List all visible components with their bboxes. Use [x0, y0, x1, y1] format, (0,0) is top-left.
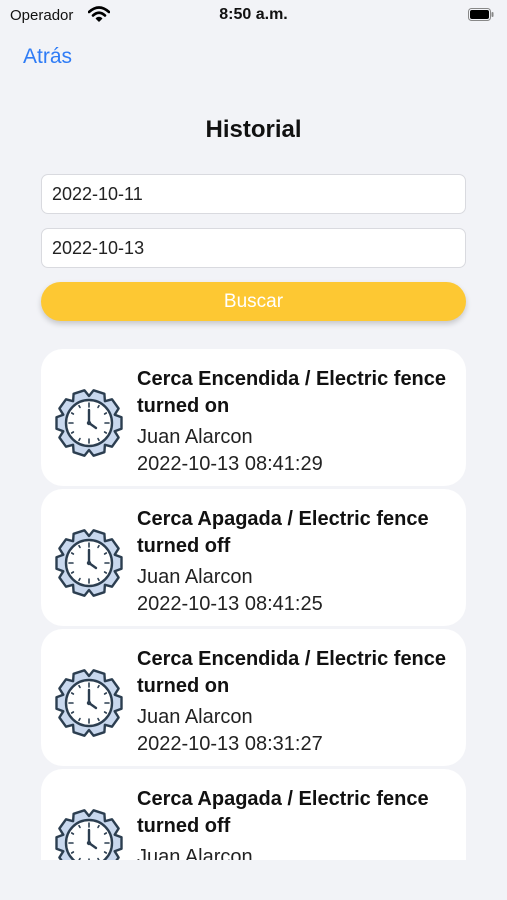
history-item[interactable]: Cerca Encendida / Electric fence turned …: [41, 629, 466, 766]
status-time: 8:50 a.m.: [219, 6, 288, 23]
event-user: Juan Alarcon: [137, 566, 253, 588]
history-item[interactable]: Cerca Encendida / Electric fence turned …: [41, 349, 466, 486]
to-date-field[interactable]: 2022-10-13: [41, 228, 466, 268]
battery-icon: [468, 8, 494, 21]
event-datetime: 2022-10-13 08:31:27: [137, 733, 323, 755]
event-title: Cerca Encendida / Electric fence turned …: [137, 648, 447, 697]
event-title: Cerca Apagada / Electric fence turned of…: [137, 788, 429, 837]
event-user: Juan Alarcon: [137, 846, 253, 860]
event-user: Juan Alarcon: [137, 706, 253, 728]
back-button[interactable]: Atrás: [23, 45, 72, 69]
clock-gear-icon: [55, 669, 123, 737]
event-title: Cerca Apagada / Electric fence turned of…: [137, 508, 429, 557]
search-button[interactable]: Buscar: [41, 282, 466, 321]
clock-gear-icon: [55, 529, 123, 597]
from-date-field[interactable]: 2022-10-11: [41, 174, 466, 214]
event-user: Juan Alarcon: [137, 426, 253, 448]
clock-gear-icon: [55, 809, 123, 860]
event-title: Cerca Encendida / Electric fence turned …: [137, 368, 447, 417]
status-bar: Operador 8:50 a.m.: [0, 0, 507, 32]
page-title: Historial: [205, 116, 302, 143]
history-list[interactable]: Cerca Encendida / Electric fence turned …: [41, 349, 466, 860]
event-datetime: 2022-10-13 08:41:25: [137, 593, 323, 615]
history-item[interactable]: Cerca Apagada / Electric fence turned of…: [41, 489, 466, 626]
history-item[interactable]: Cerca Apagada / Electric fence turned of…: [41, 769, 466, 860]
clock-gear-icon: [55, 389, 123, 457]
event-datetime: 2022-10-13 08:41:29: [137, 453, 323, 475]
